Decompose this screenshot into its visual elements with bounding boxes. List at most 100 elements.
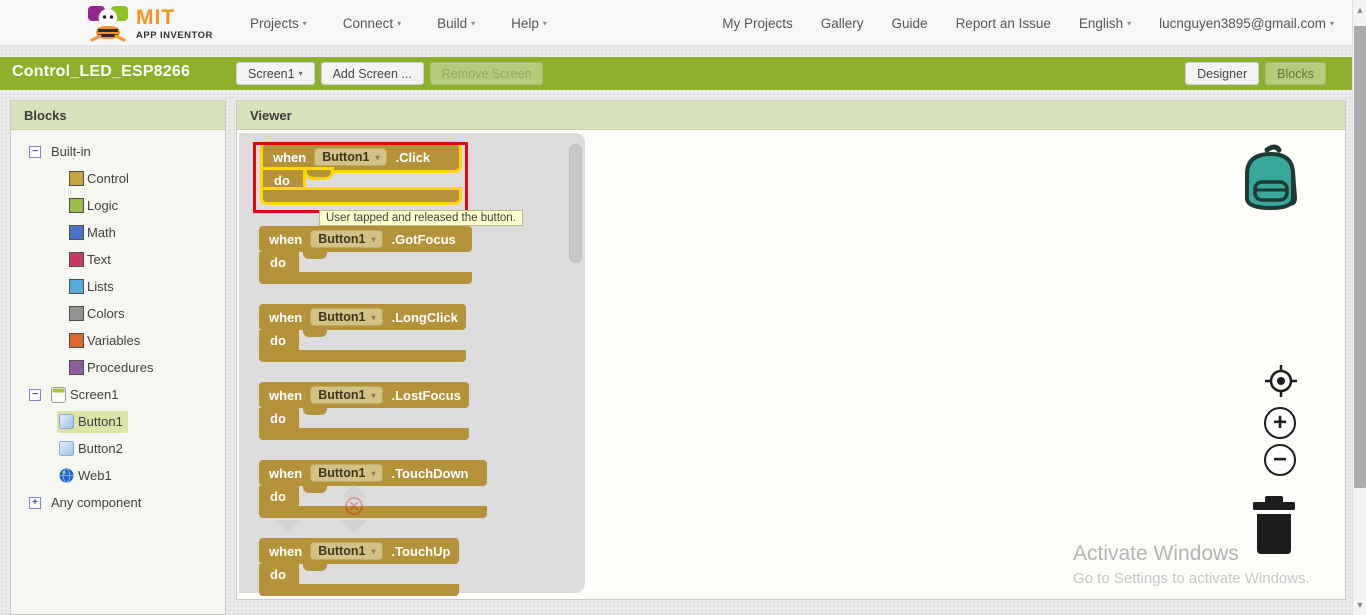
- block-header[interactable]: when Button1 ▾ .Click: [263, 144, 459, 170]
- component-dropdown[interactable]: Button1 ▾: [310, 542, 384, 560]
- page-scrollbar[interactable]: ▲ ▼: [1352, 0, 1366, 615]
- scroll-down-icon[interactable]: ▼: [1353, 598, 1366, 613]
- chevron-down-icon: ▾: [471, 18, 476, 28]
- ghost-error-icon: ✕: [345, 497, 363, 515]
- sidebar-item-variables[interactable]: Variables: [11, 327, 225, 354]
- sidebar-item-math[interactable]: Math: [11, 219, 225, 246]
- zoom-out-button[interactable]: −: [1264, 444, 1296, 476]
- tree-item-label: Any component: [51, 495, 142, 510]
- category-color-swatch: [69, 360, 84, 375]
- ghost-arrow-down-icon: [275, 520, 301, 533]
- add-screen-button[interactable]: Add Screen ...: [320, 62, 424, 85]
- backpack-icon[interactable]: [1239, 144, 1307, 225]
- block-do-spine: do: [259, 564, 299, 584]
- sidebar-item-control[interactable]: Control: [11, 165, 225, 192]
- sidebar-item-lists[interactable]: Lists: [11, 273, 225, 300]
- menu-build[interactable]: Build ▾: [437, 16, 475, 31]
- event-block-button1-longclick[interactable]: when Button1 ▾ .LongClick do: [259, 304, 466, 362]
- category-color-swatch: [69, 225, 84, 240]
- blocks-tree: − Built-in Control Logic Math Text Lists Colors…: [11, 130, 225, 516]
- block-slot-notch: [303, 486, 327, 493]
- tree-item-label: Lists: [87, 279, 114, 294]
- tree-item-label: Colors: [87, 306, 125, 321]
- menu-help[interactable]: Help ▾: [511, 16, 547, 31]
- menu-lucnguyen3895-gmail-com[interactable]: lucnguyen3895@gmail.com ▾: [1159, 16, 1334, 31]
- event-block-button1-gotfocus[interactable]: when Button1 ▾ .GotFocus do: [259, 226, 472, 284]
- component-dropdown[interactable]: Button1 ▾: [314, 148, 388, 166]
- ghost-arrow-down-icon: [341, 520, 367, 533]
- scroll-up-icon[interactable]: ▲: [1353, 3, 1366, 18]
- category-color-swatch: [69, 279, 84, 294]
- menu-guide[interactable]: Guide: [892, 16, 928, 31]
- screen-component-icon: [51, 386, 67, 403]
- component-dropdown[interactable]: Button1 ▾: [310, 308, 384, 326]
- sidebar-item-colors[interactable]: Colors: [11, 300, 225, 327]
- brand-subtitle: APP INVENTOR: [136, 30, 213, 42]
- event-block-button1-touchdown[interactable]: when Button1 ▾ .TouchDown do: [259, 460, 487, 518]
- sidebar-item-procedures[interactable]: Procedures: [11, 354, 225, 381]
- sidebar-item-text[interactable]: Text: [11, 246, 225, 273]
- screen-selector-dropdown[interactable]: Screen1 ▾: [236, 62, 315, 85]
- collapse-icon[interactable]: −: [29, 388, 41, 401]
- block-slot-notch: [307, 170, 331, 177]
- chevron-down-icon: ▾: [1329, 18, 1334, 28]
- blocks-toggle-button[interactable]: Blocks: [1265, 62, 1326, 85]
- trash-can-icon[interactable]: [1251, 496, 1297, 561]
- tree-item-label: Procedures: [87, 360, 154, 375]
- sidebar-item-built-in[interactable]: − Built-in: [11, 138, 225, 165]
- zoom-in-button[interactable]: +: [1264, 407, 1296, 439]
- expand-icon[interactable]: +: [29, 496, 41, 509]
- scrollbar-thumb[interactable]: [1354, 26, 1366, 488]
- flyout-scrollbar-thumb[interactable]: [569, 144, 582, 263]
- block-header[interactable]: when Button1 ▾ .LongClick: [259, 304, 466, 330]
- category-color-swatch: [69, 333, 84, 348]
- block-slot-notch: [303, 330, 327, 337]
- sidebar-item-button2[interactable]: Button2: [11, 435, 225, 462]
- sidebar-item-logic[interactable]: Logic: [11, 192, 225, 219]
- chevron-down-icon: ▾: [397, 18, 402, 28]
- collapse-icon[interactable]: −: [29, 145, 41, 158]
- block-header[interactable]: when Button1 ▾ .TouchDown: [259, 460, 487, 486]
- chevron-down-icon: ▾: [375, 152, 380, 162]
- menu-connect[interactable]: Connect ▾: [343, 16, 401, 31]
- blocks-workspace[interactable]: when Button1 ▾ .Click do when Button1 ▾ .GotFocu…: [237, 130, 1345, 599]
- sidebar-item-screen1[interactable]: − Screen1: [11, 381, 225, 408]
- designer-toggle-button[interactable]: Designer: [1185, 62, 1260, 85]
- project-title: Control_LED_ESP8266: [12, 63, 191, 80]
- component-dropdown[interactable]: Button1 ▾: [310, 464, 384, 482]
- tree-item-label: Built-in: [51, 144, 91, 159]
- menu-report-an-issue[interactable]: Report an Issue: [956, 16, 1051, 31]
- block-header[interactable]: when Button1 ▾ .TouchUp: [259, 538, 459, 564]
- block-footer: [263, 190, 459, 202]
- chevron-down-icon: ▾: [371, 390, 376, 400]
- event-block-button1-click[interactable]: when Button1 ▾ .Click do: [263, 144, 459, 202]
- block-tooltip: User tapped and released the button.: [319, 210, 523, 226]
- menu-gallery[interactable]: Gallery: [821, 16, 864, 31]
- block-footer: [259, 506, 487, 518]
- do-keyword: do: [270, 566, 286, 582]
- component-dropdown[interactable]: Button1 ▾: [310, 230, 384, 248]
- blocks-sidebar: Blocks − Built-in Control Logic Math Text List…: [10, 100, 226, 615]
- app-inventor-logo[interactable]: MIT APP INVENTOR: [86, 4, 213, 44]
- category-color-swatch: [69, 306, 84, 321]
- event-block-button1-touchup[interactable]: when Button1 ▾ .TouchUp do: [259, 538, 459, 596]
- center-blocks-icon[interactable]: [1264, 364, 1298, 403]
- remove-screen-button[interactable]: Remove Screen: [429, 62, 544, 85]
- sidebar-item-any-component[interactable]: + Any component: [11, 489, 225, 516]
- menu-english[interactable]: English ▾: [1079, 16, 1131, 31]
- sidebar-item-web1[interactable]: Web1: [11, 462, 225, 489]
- block-footer: [259, 428, 469, 440]
- activate-windows-subtext: Go to Settings to activate Windows.: [1073, 570, 1310, 587]
- block-header[interactable]: when Button1 ▾ .GotFocus: [259, 226, 472, 252]
- topbar-links: My Projects Gallery Guide Report an Issue En…: [722, 0, 1334, 46]
- block-header[interactable]: when Button1 ▾ .LostFocus: [259, 382, 469, 408]
- tree-item-label: Button1: [78, 414, 123, 429]
- event-block-button1-lostfocus[interactable]: when Button1 ▾ .LostFocus do: [259, 382, 469, 440]
- block-slot-notch: [303, 252, 327, 259]
- viewer-panel: Viewer when Button1 ▾ .Click do when Button1 ▾.…: [236, 100, 1346, 600]
- component-dropdown[interactable]: Button1 ▾: [310, 386, 384, 404]
- menu-my-projects[interactable]: My Projects: [722, 16, 793, 31]
- sidebar-item-button1[interactable]: Button1: [11, 408, 225, 435]
- event-name: .TouchDown: [391, 465, 469, 481]
- menu-projects[interactable]: Projects ▾: [250, 16, 307, 31]
